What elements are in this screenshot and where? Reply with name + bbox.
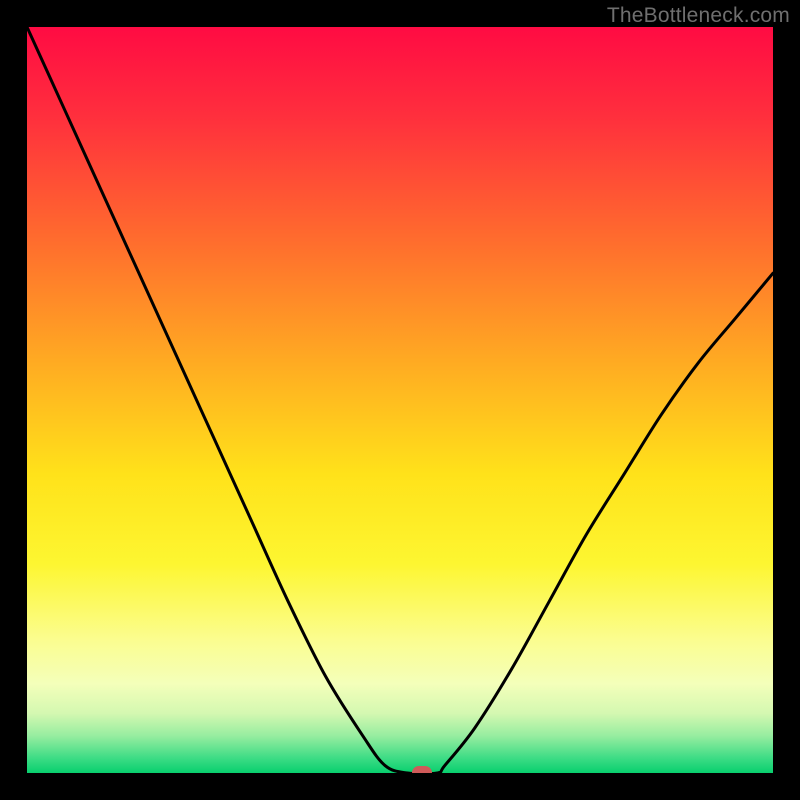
minimum-marker bbox=[412, 766, 432, 773]
chart-frame: TheBottleneck.com bbox=[0, 0, 800, 800]
watermark-label: TheBottleneck.com bbox=[607, 4, 790, 28]
bottleneck-curve bbox=[27, 27, 773, 773]
plot-area bbox=[27, 27, 773, 773]
